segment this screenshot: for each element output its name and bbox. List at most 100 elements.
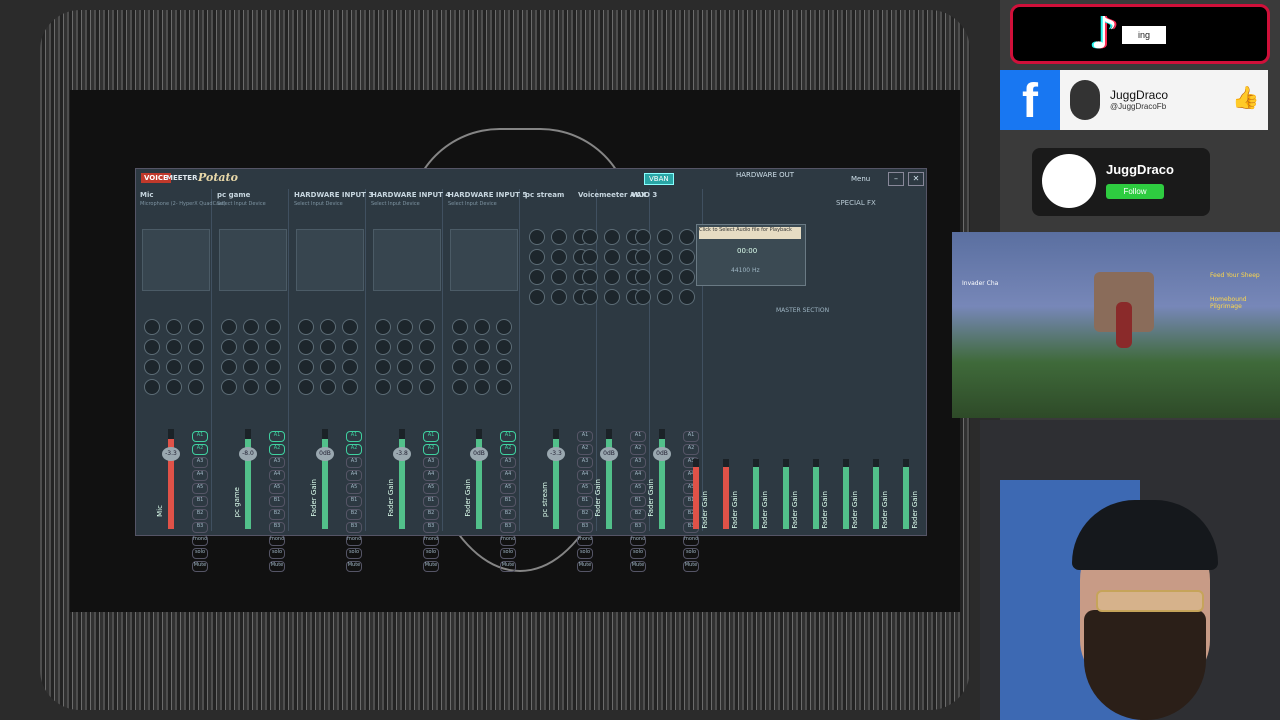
knob[interactable] — [474, 339, 490, 355]
route-button-a5[interactable]: A5 — [346, 483, 362, 494]
route-button-b3[interactable]: B3 — [423, 522, 439, 533]
route-button-a5[interactable]: A5 — [423, 483, 439, 494]
route-button-a3[interactable]: A3 — [423, 457, 439, 468]
knob[interactable] — [320, 339, 336, 355]
knob[interactable] — [188, 379, 204, 395]
knob[interactable] — [188, 319, 204, 335]
knob[interactable] — [342, 339, 358, 355]
fader-handle[interactable]: 0dB — [600, 447, 618, 461]
route-button-b3[interactable]: B3 — [269, 522, 285, 533]
knob[interactable] — [419, 319, 435, 335]
knob[interactable] — [551, 229, 567, 245]
output-fader-track[interactable] — [813, 459, 819, 529]
route-button-a2[interactable]: A2 — [346, 444, 362, 455]
route-button-b1[interactable]: B1 — [269, 496, 285, 507]
strip-device[interactable]: Select Input Device — [294, 201, 343, 207]
knob[interactable] — [551, 249, 567, 265]
knob[interactable] — [452, 339, 468, 355]
knob[interactable] — [635, 229, 651, 245]
strip-title[interactable]: Mic — [140, 191, 154, 199]
route-button-mono[interactable]: mono — [577, 535, 593, 546]
route-button-a3[interactable]: A3 — [192, 457, 208, 468]
route-button-b1[interactable]: B1 — [423, 496, 439, 507]
knob[interactable] — [397, 359, 413, 375]
knob[interactable] — [144, 319, 160, 335]
strip-title[interactable]: pc game — [217, 191, 250, 199]
output-fader-track[interactable] — [843, 459, 849, 529]
route-button-a4[interactable]: A4 — [269, 470, 285, 481]
knob[interactable] — [496, 339, 512, 355]
route-button-a2[interactable]: A2 — [269, 444, 285, 455]
route-button-mute[interactable]: Mute — [683, 561, 699, 572]
vban-button[interactable]: VBAN — [644, 173, 674, 185]
strip-title[interactable]: HARDWARE INPUT 4 — [371, 191, 450, 199]
route-button-mono[interactable]: mono — [269, 535, 285, 546]
route-button-a1[interactable]: A1 — [192, 431, 208, 442]
knob[interactable] — [529, 249, 545, 265]
fader-track[interactable] — [399, 429, 405, 529]
knob[interactable] — [496, 359, 512, 375]
knob[interactable] — [679, 249, 695, 265]
knob[interactable] — [188, 359, 204, 375]
route-button-solo[interactable]: solo — [500, 548, 516, 559]
knob[interactable] — [657, 229, 673, 245]
knob[interactable] — [496, 319, 512, 335]
route-button-mute[interactable]: Mute — [192, 561, 208, 572]
knob[interactable] — [582, 249, 598, 265]
knob[interactable] — [604, 249, 620, 265]
route-button-a4[interactable]: A4 — [423, 470, 439, 481]
route-button-a2[interactable]: A2 — [423, 444, 439, 455]
route-button-b1[interactable]: B1 — [192, 496, 208, 507]
knob[interactable] — [298, 359, 314, 375]
fader-handle[interactable]: -3.8 — [393, 447, 411, 461]
knob[interactable] — [243, 359, 259, 375]
knob[interactable] — [604, 269, 620, 285]
knob[interactable] — [474, 319, 490, 335]
strip-device[interactable]: Select Input Device — [448, 201, 497, 207]
route-button-solo[interactable]: solo — [269, 548, 285, 559]
knob[interactable] — [474, 379, 490, 395]
knob[interactable] — [397, 379, 413, 395]
knob[interactable] — [166, 339, 182, 355]
route-button-mono[interactable]: mono — [346, 535, 362, 546]
route-button-mono[interactable]: mono — [630, 535, 646, 546]
knob[interactable] — [679, 289, 695, 305]
fader-handle[interactable]: -3.3 — [547, 447, 565, 461]
route-button-a5[interactable]: A5 — [269, 483, 285, 494]
route-button-solo[interactable]: solo — [346, 548, 362, 559]
strip-title[interactable]: HARDWARE INPUT 3 — [294, 191, 373, 199]
route-button-solo[interactable]: solo — [192, 548, 208, 559]
menu-button[interactable]: Menu — [851, 175, 870, 183]
knob[interactable] — [529, 229, 545, 245]
route-button-mute[interactable]: Mute — [577, 561, 593, 572]
route-button-mute[interactable]: Mute — [500, 561, 516, 572]
knob[interactable] — [144, 359, 160, 375]
knob[interactable] — [397, 319, 413, 335]
intellipan-panel[interactable] — [219, 229, 287, 291]
output-fader-track[interactable] — [903, 459, 909, 529]
knob[interactable] — [320, 319, 336, 335]
route-button-a1[interactable]: A1 — [269, 431, 285, 442]
knob[interactable] — [298, 339, 314, 355]
knob[interactable] — [582, 269, 598, 285]
intellipan-panel[interactable] — [450, 229, 518, 291]
knob[interactable] — [635, 289, 651, 305]
intellipan-panel[interactable] — [142, 229, 210, 291]
route-button-mono[interactable]: mono — [683, 535, 699, 546]
knob[interactable] — [474, 359, 490, 375]
route-button-solo[interactable]: solo — [423, 548, 439, 559]
knob[interactable] — [375, 359, 391, 375]
knob[interactable] — [679, 269, 695, 285]
knob[interactable] — [144, 339, 160, 355]
knob[interactable] — [320, 359, 336, 375]
knob[interactable] — [419, 339, 435, 355]
knob[interactable] — [243, 339, 259, 355]
fader-handle[interactable]: 0dB — [316, 447, 334, 461]
route-button-mute[interactable]: Mute — [346, 561, 362, 572]
knob[interactable] — [144, 379, 160, 395]
knob[interactable] — [419, 379, 435, 395]
route-button-mute[interactable]: Mute — [423, 561, 439, 572]
route-button-solo[interactable]: solo — [683, 548, 699, 559]
knob[interactable] — [529, 289, 545, 305]
route-button-a1[interactable]: A1 — [346, 431, 362, 442]
